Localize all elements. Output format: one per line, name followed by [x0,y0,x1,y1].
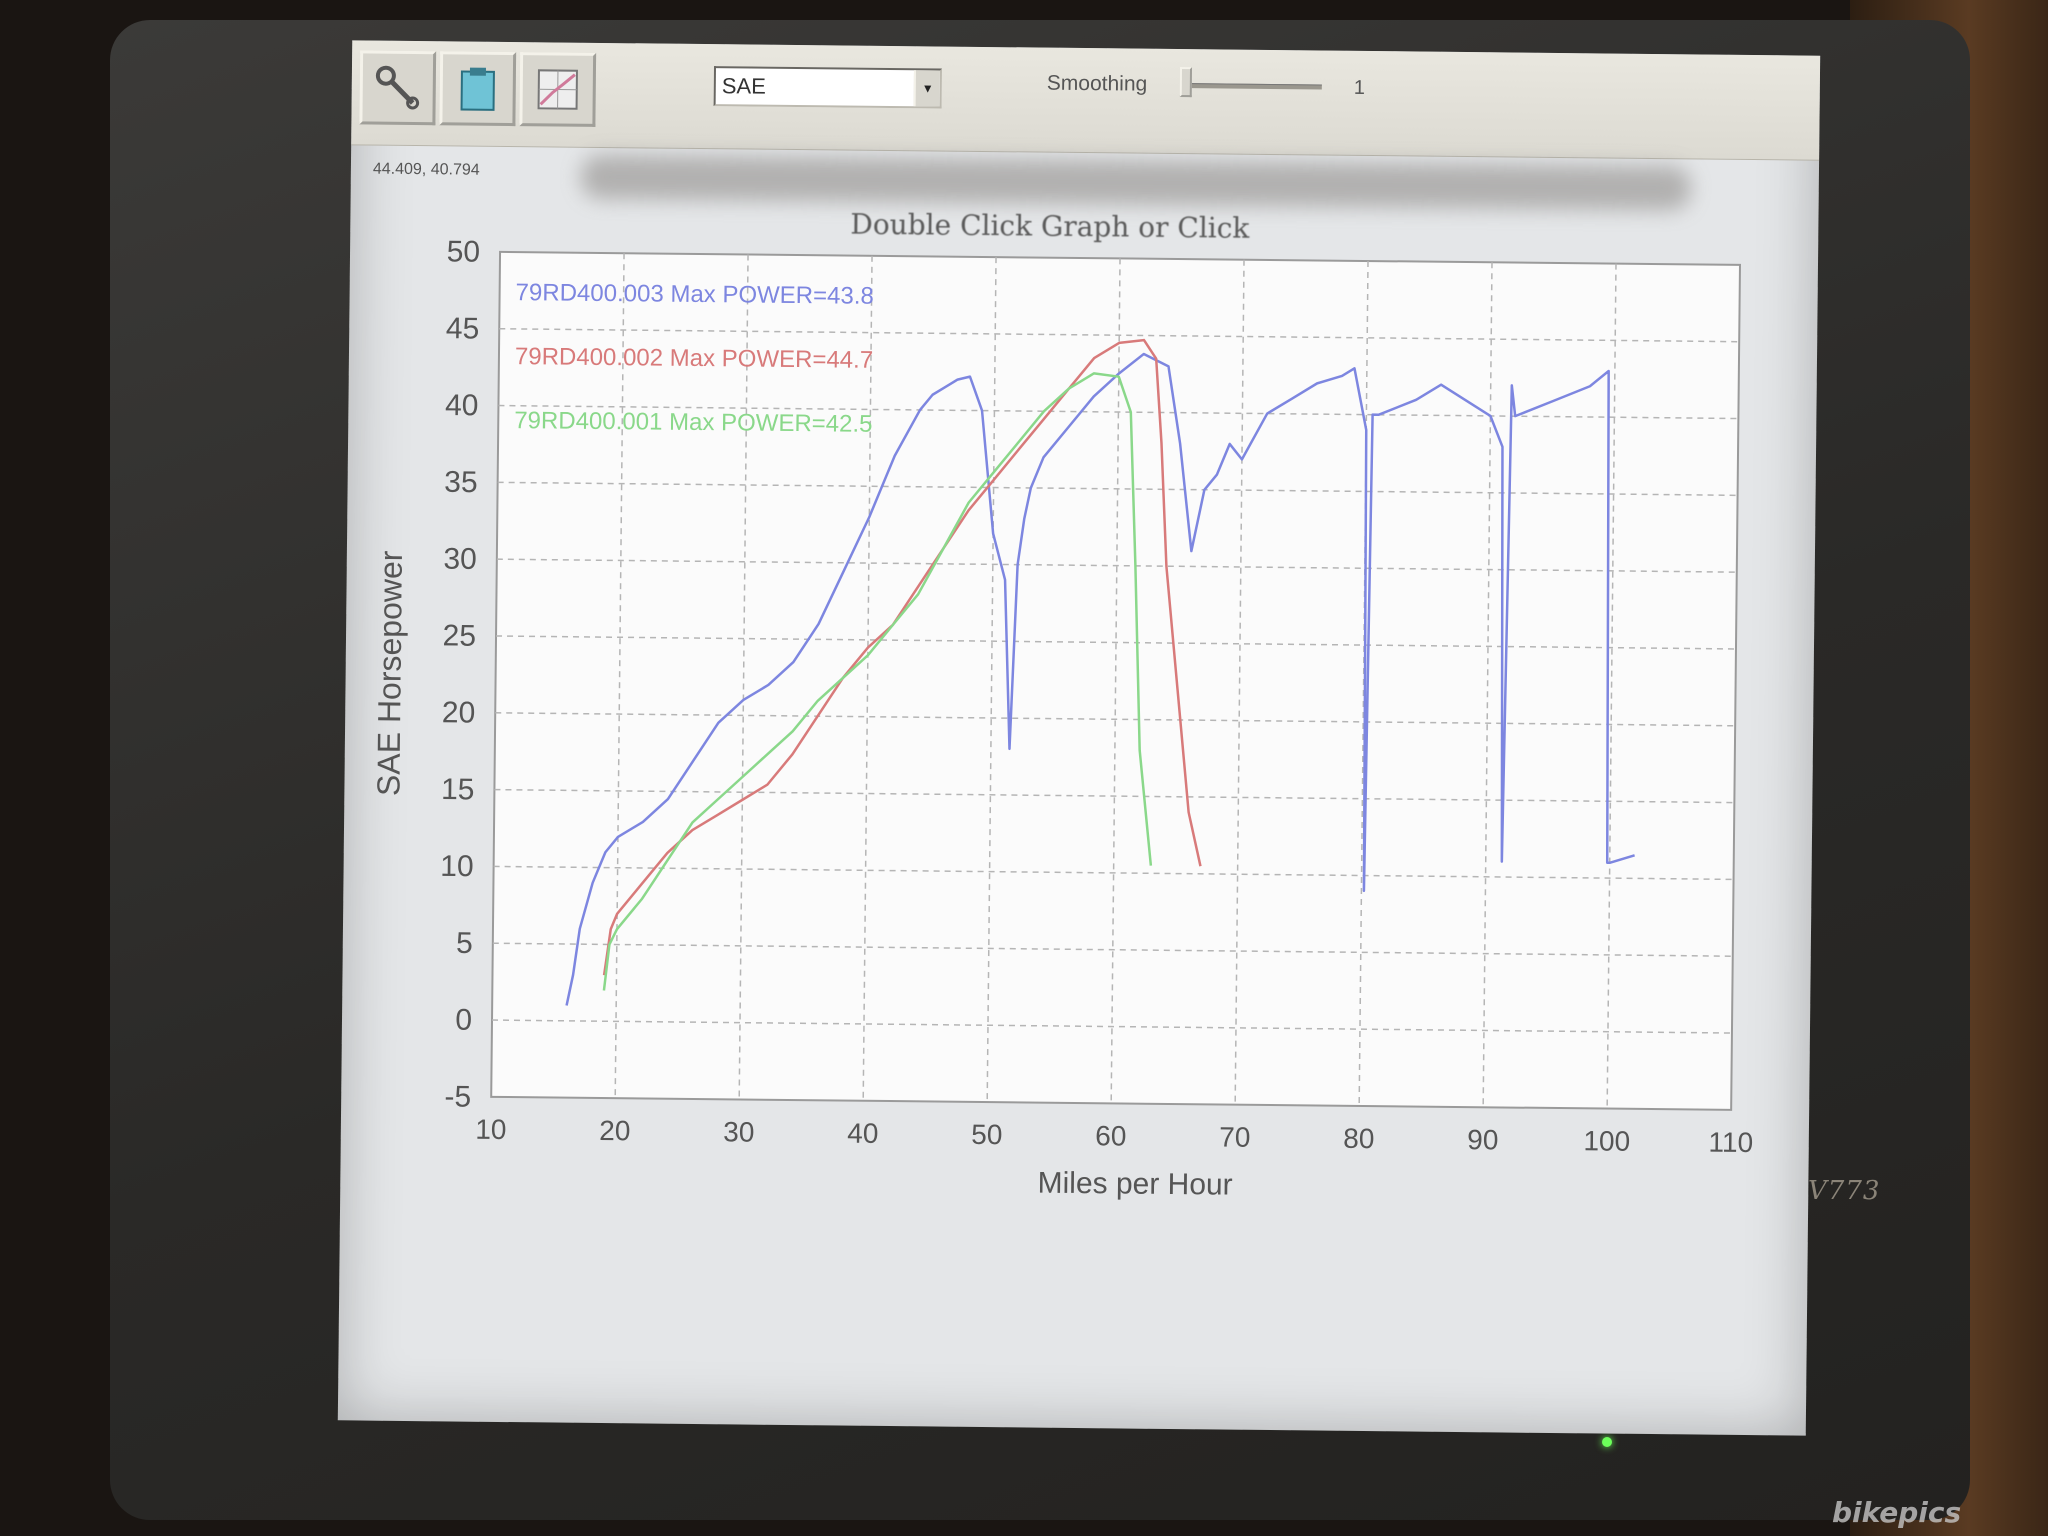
monitor-screen: SAE ▼ Smoothing 1 44.409, 40.794 Double … [337,40,1821,1436]
power-led-icon [1602,1437,1612,1447]
legend-entry: 79RD400.001 Max POWER=42.5 [514,407,872,438]
x-tick-label: 90 [1467,1124,1498,1155]
y-axis-label: SAE Horsepower [370,550,409,796]
y-tick-label: 30 [443,543,477,576]
y-tick-label: 20 [442,696,476,729]
x-tick-label: 40 [847,1118,878,1149]
x-tick-label: 30 [723,1116,754,1147]
y-tick-label: 15 [441,773,475,806]
y-tick-label: 5 [456,927,473,960]
y-tick-label: 0 [455,1004,472,1037]
x-tick-label: 10 [475,1114,506,1145]
y-tick-label: 10 [440,850,474,883]
y-tick-label: 45 [446,312,480,345]
x-tick-label: 80 [1343,1123,1374,1154]
dyno-chart[interactable]: 10 20 30 40 50 60 70 80 90 100 110 -5 0 5 10 15 20 25 30 35… [338,40,1820,1435]
watermark-logo: bikepics [1832,1496,1962,1529]
x-tick-label: 110 [1708,1127,1753,1158]
y-tick-label: 25 [442,619,476,652]
legend-entry: 79RD400.003 Max POWER=43.8 [515,279,873,310]
monitor-model-label: V773 [1808,1176,1881,1206]
x-tick-label: 50 [971,1119,1002,1150]
x-tick-label: 100 [1583,1125,1630,1156]
y-tick-label: 35 [444,466,478,499]
x-axis-label: Miles per Hour [1037,1167,1232,1202]
y-tick-label: -5 [444,1080,471,1113]
legend-entry: 79RD400.002 Max POWER=44.7 [515,343,873,374]
x-tick-label: 20 [599,1115,630,1146]
x-tick-label: 70 [1219,1121,1250,1152]
y-tick-label: 40 [445,389,479,422]
y-tick-label: 50 [447,235,481,268]
x-tick-label: 60 [1095,1120,1126,1151]
